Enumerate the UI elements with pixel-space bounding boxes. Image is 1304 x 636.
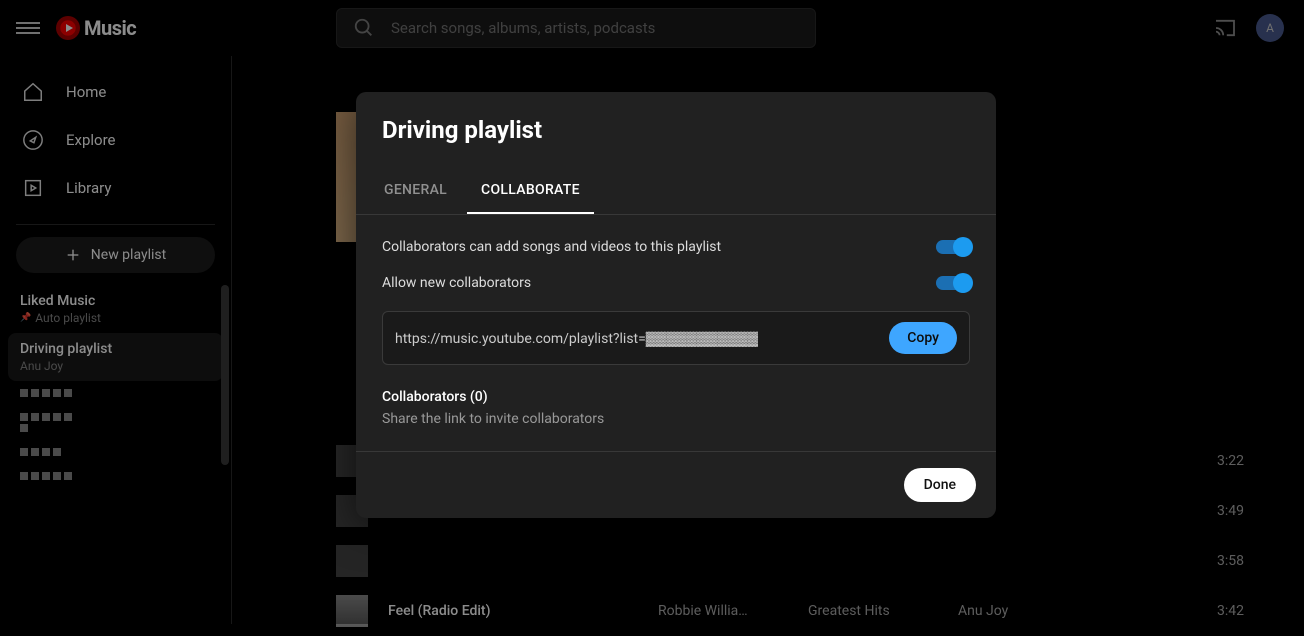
tab-general[interactable]: GENERAL — [370, 172, 461, 214]
collaborators-subtext: Share the link to invite collaborators — [382, 411, 970, 427]
setting-collab-add: Collaborators can add songs and videos t… — [382, 239, 970, 255]
setting-label: Allow new collaborators — [382, 275, 531, 291]
copy-button[interactable]: Copy — [889, 322, 957, 354]
share-link-text[interactable]: https://music.youtube.com/playlist?list=… — [395, 330, 758, 347]
share-link-box: https://music.youtube.com/playlist?list=… — [382, 311, 970, 365]
done-button[interactable]: Done — [904, 468, 976, 502]
toggle-allow-new[interactable] — [936, 276, 970, 290]
tab-collaborate[interactable]: COLLABORATE — [467, 172, 594, 214]
playlist-settings-modal: Driving playlist GENERAL COLLABORATE Col… — [356, 92, 996, 518]
toggle-collab-add[interactable] — [936, 240, 970, 254]
collaborators-heading: Collaborators (0) — [382, 389, 970, 405]
modal-tabs: GENERAL COLLABORATE — [356, 154, 996, 215]
modal-title: Driving playlist — [382, 116, 970, 144]
setting-allow-new: Allow new collaborators — [382, 275, 970, 291]
setting-label: Collaborators can add songs and videos t… — [382, 239, 721, 255]
